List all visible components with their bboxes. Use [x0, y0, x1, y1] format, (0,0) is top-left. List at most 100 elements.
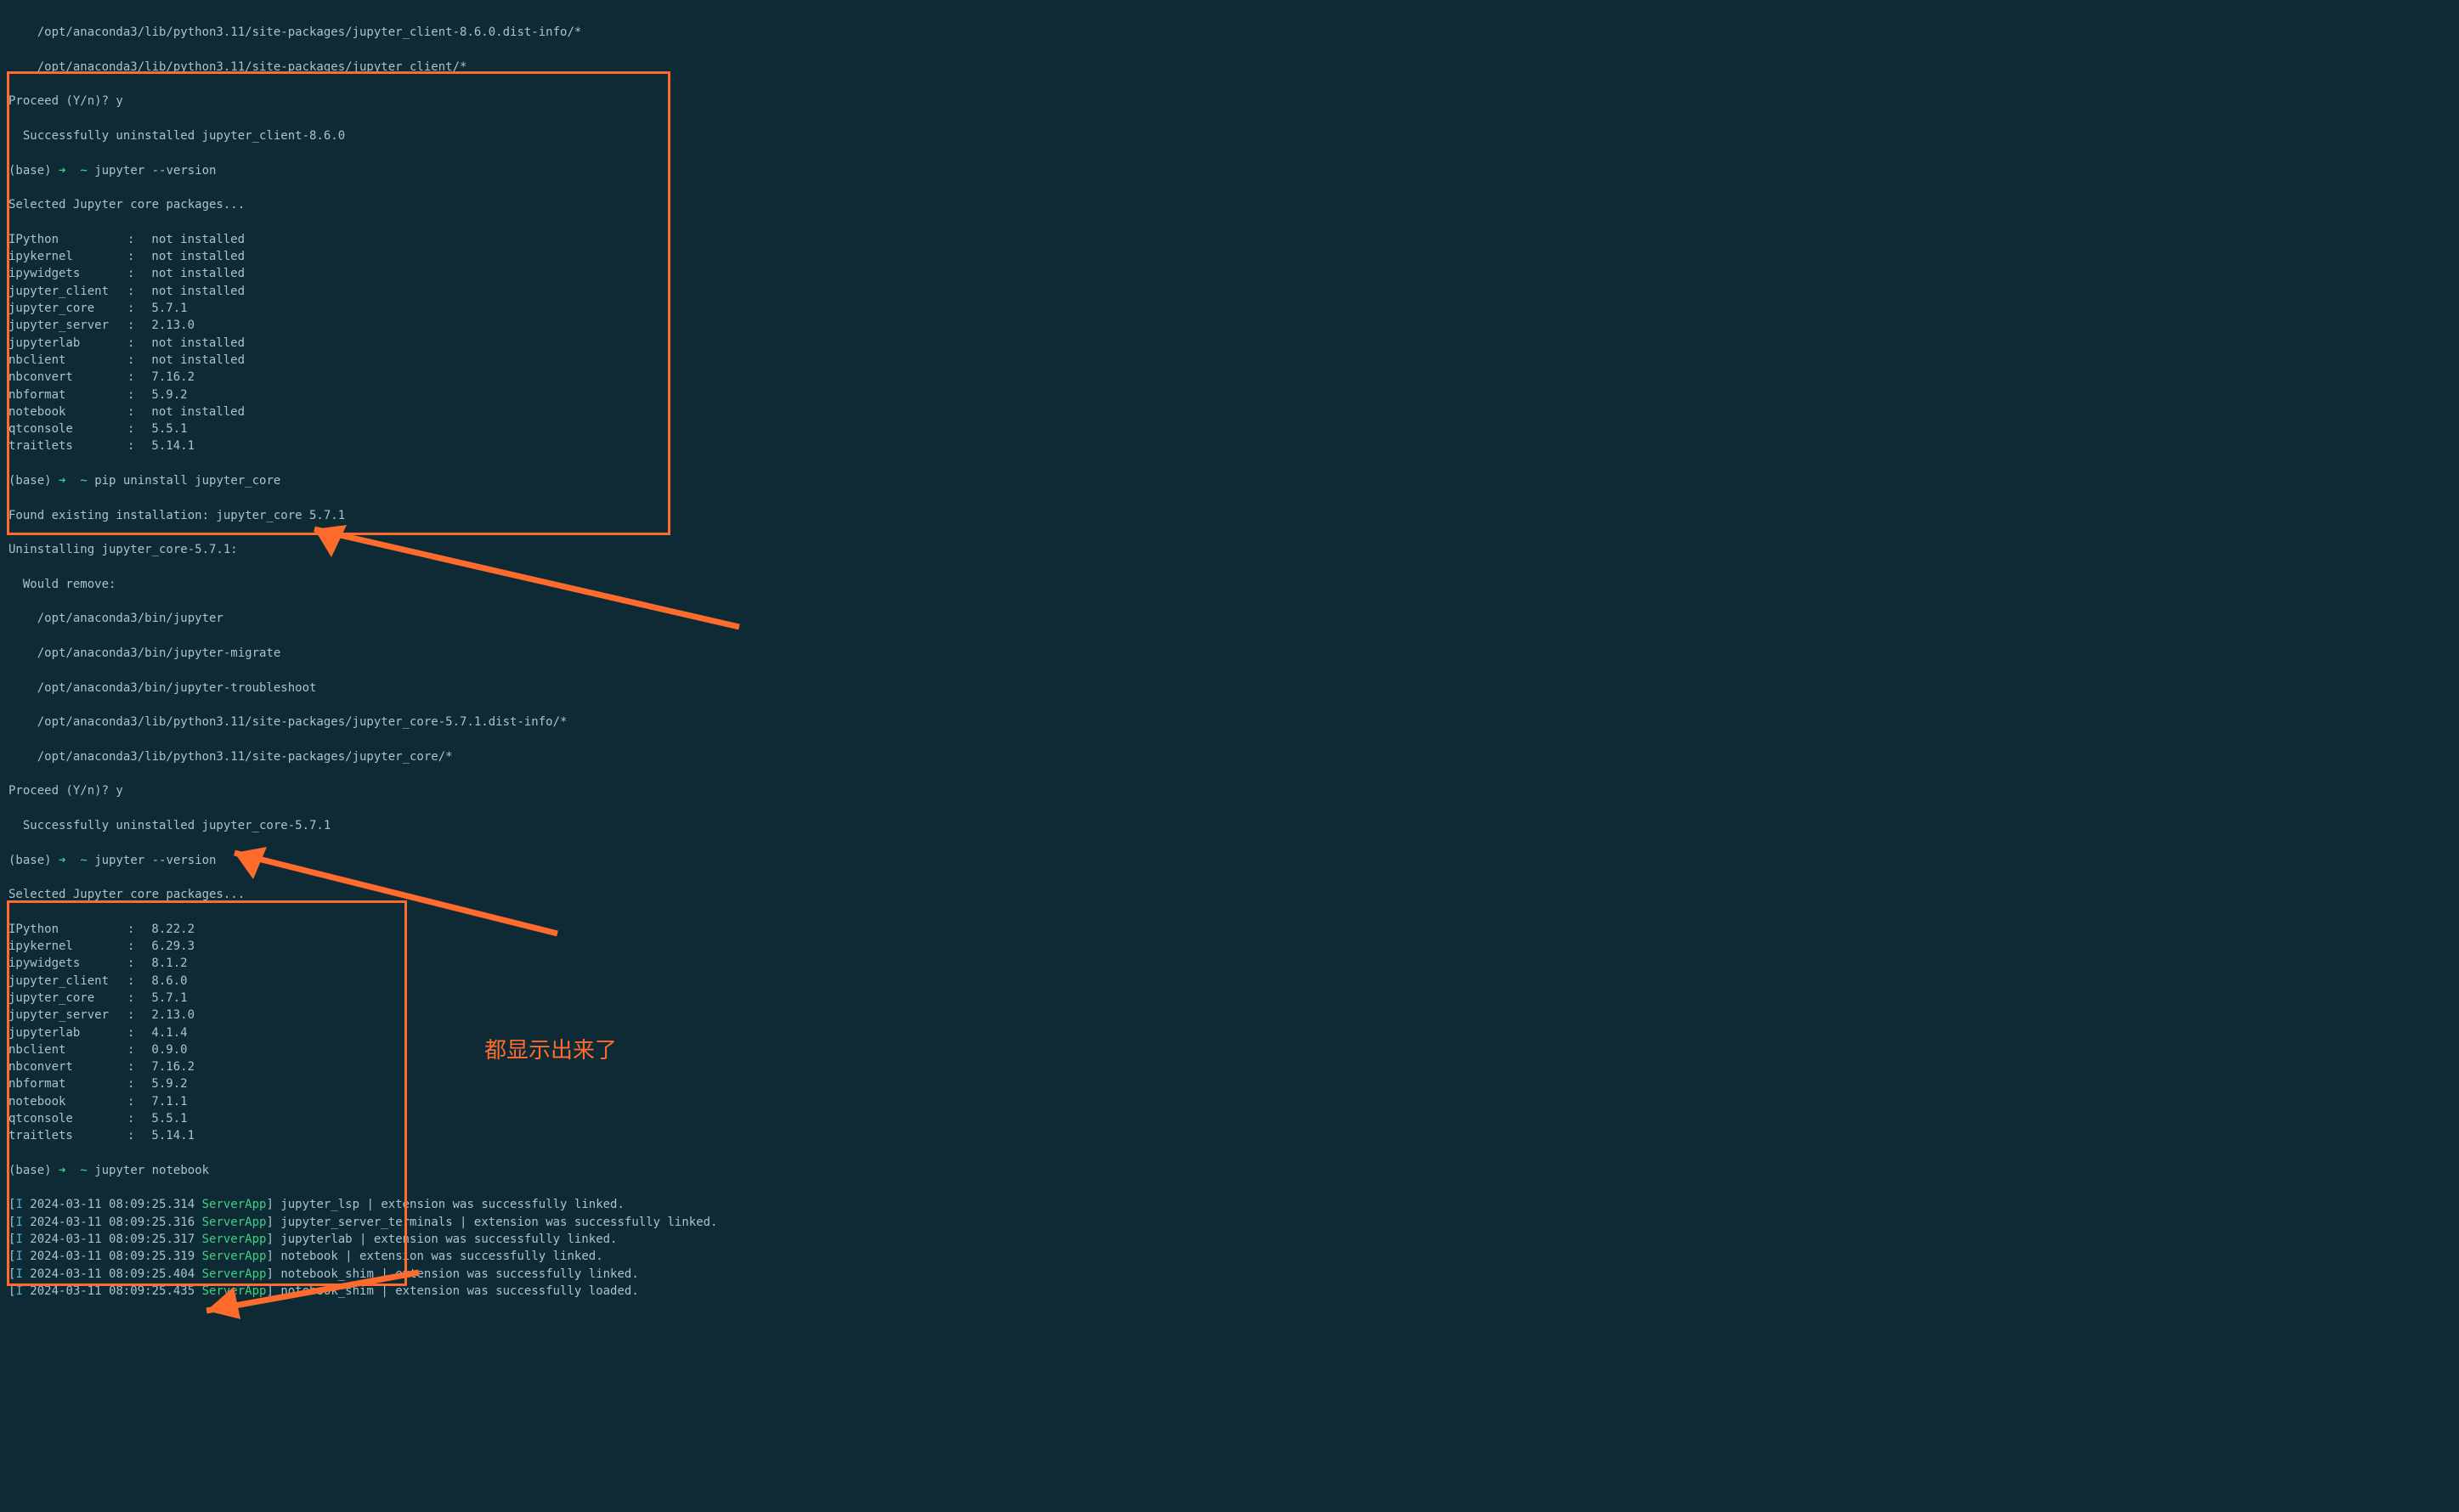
output-line: Uninstalling jupyter_core-5.7.1:	[8, 541, 2451, 558]
log-timestamp: 2024-03-11 08:09:25.319	[30, 1250, 201, 1263]
command-text: jupyter notebook	[94, 1164, 209, 1177]
package-sep: :	[127, 300, 144, 317]
package-name: jupyterlab	[8, 1024, 127, 1041]
package-version: 5.14.1	[144, 439, 195, 453]
prompt-line[interactable]: (base) ➜ ~ jupyter notebook	[8, 1162, 2451, 1179]
command-text: jupyter --version	[94, 164, 216, 178]
package-row: traitlets: 5.14.1	[8, 1127, 2451, 1144]
package-name: IPython	[8, 231, 127, 248]
package-name: jupyter_core	[8, 990, 127, 1007]
package-version: 5.9.2	[144, 1077, 188, 1091]
package-sep: :	[127, 938, 144, 955]
package-version: 0.9.0	[144, 1043, 188, 1057]
package-version: 5.14.1	[144, 1129, 195, 1142]
package-name: jupyter_server	[8, 1007, 127, 1024]
log-timestamp: 2024-03-11 08:09:25.314	[30, 1198, 201, 1211]
package-version: not installed	[144, 405, 245, 419]
package-name: jupyterlab	[8, 335, 127, 352]
prompt-line[interactable]: (base) ➜ ~ jupyter --version	[8, 852, 2451, 869]
package-version: 5.9.2	[144, 388, 188, 402]
package-sep: :	[127, 335, 144, 352]
prompt-line[interactable]: (base) ➜ ~ pip uninstall jupyter_core	[8, 472, 2451, 489]
log-timestamp: 2024-03-11 08:09:25.316	[30, 1216, 201, 1229]
success-line: Successfully uninstalled jupyter_core-5.…	[8, 817, 2451, 834]
package-sep: :	[127, 420, 144, 437]
log-app: ServerApp	[202, 1267, 267, 1281]
package-row: qtconsole: 5.5.1	[8, 1110, 2451, 1127]
prompt-env: (base)	[8, 854, 52, 867]
package-version: 2.13.0	[144, 319, 195, 332]
package-row: IPython: not installed	[8, 231, 2451, 248]
package-row: jupyter_client: not installed	[8, 283, 2451, 300]
package-sep: :	[127, 973, 144, 990]
package-row: jupyterlab: not installed	[8, 335, 2451, 352]
package-name: nbconvert	[8, 1058, 127, 1075]
prompt-arrow-icon: ➜	[59, 854, 65, 867]
package-sep: :	[127, 386, 144, 403]
package-row: qtconsole: 5.5.1	[8, 420, 2451, 437]
output-line: Selected Jupyter core packages...	[8, 886, 2451, 903]
package-row: nbconvert: 7.16.2	[8, 369, 2451, 386]
package-version: 5.5.1	[144, 1112, 188, 1126]
package-row: traitlets: 5.14.1	[8, 437, 2451, 454]
package-sep: :	[127, 283, 144, 300]
package-name: nbclient	[8, 1041, 127, 1058]
log-message: notebook_shim | extension was successful…	[280, 1267, 638, 1281]
log-message: notebook_shim | extension was successful…	[280, 1284, 638, 1298]
package-row: nbformat: 5.9.2	[8, 1075, 2451, 1092]
package-sep: :	[127, 1024, 144, 1041]
package-row: jupyter_core: 5.7.1	[8, 990, 2451, 1007]
log-line: [I 2024-03-11 08:09:25.316 ServerApp] ju…	[8, 1214, 2451, 1231]
package-name: nbconvert	[8, 369, 127, 386]
prompt-cwd: ~	[80, 854, 87, 867]
package-version: not installed	[144, 285, 245, 298]
output-line: /opt/anaconda3/bin/jupyter-troubleshoot	[8, 680, 2451, 697]
package-name: ipykernel	[8, 938, 127, 955]
package-sep: :	[127, 437, 144, 454]
package-row: jupyter_client: 8.6.0	[8, 973, 2451, 990]
package-sep: :	[127, 1110, 144, 1127]
package-row: IPython: 8.22.2	[8, 921, 2451, 938]
output-line: /opt/anaconda3/bin/jupyter-migrate	[8, 645, 2451, 662]
package-row: jupyterlab: 4.1.4	[8, 1024, 2451, 1041]
package-row: notebook: 7.1.1	[8, 1093, 2451, 1110]
package-row: jupyter_server: 2.13.0	[8, 317, 2451, 334]
server-logs: [I 2024-03-11 08:09:25.314 ServerApp] ju…	[8, 1196, 2451, 1300]
package-name: nbclient	[8, 352, 127, 369]
package-name: nbformat	[8, 1075, 127, 1092]
package-sep: :	[127, 352, 144, 369]
log-message: jupyter_server_terminals | extension was…	[280, 1216, 717, 1229]
package-name: jupyter_client	[8, 283, 127, 300]
package-name: nbformat	[8, 386, 127, 403]
package-name: ipywidgets	[8, 265, 127, 282]
log-timestamp: 2024-03-11 08:09:25.435	[30, 1284, 201, 1298]
package-name: qtconsole	[8, 420, 127, 437]
package-sep: :	[127, 921, 144, 938]
prompt-cwd: ~	[80, 1164, 87, 1177]
package-version: 5.7.1	[144, 302, 188, 315]
prompt-arrow-icon: ➜	[59, 164, 65, 178]
terminal-output[interactable]: /opt/anaconda3/lib/python3.11/site-packa…	[0, 0, 2459, 1324]
package-version: 7.1.1	[144, 1095, 188, 1109]
package-sep: :	[127, 317, 144, 334]
package-row: jupyter_server: 2.13.0	[8, 1007, 2451, 1024]
output-line: Would remove:	[8, 576, 2451, 593]
package-row: ipykernel: 6.29.3	[8, 938, 2451, 955]
log-message: jupyterlab | extension was successfully …	[280, 1233, 617, 1246]
package-name: IPython	[8, 921, 127, 938]
package-version: 7.16.2	[144, 370, 195, 384]
prompt-line[interactable]: (base) ➜ ~ jupyter --version	[8, 162, 2451, 179]
package-version: 5.5.1	[144, 422, 188, 436]
log-level: I	[15, 1216, 30, 1229]
package-name: notebook	[8, 403, 127, 420]
log-line: [I 2024-03-11 08:09:25.314 ServerApp] ju…	[8, 1196, 2451, 1213]
log-app: ServerApp	[202, 1198, 267, 1211]
output-line: /opt/anaconda3/lib/python3.11/site-packa…	[8, 714, 2451, 731]
package-row: nbformat: 5.9.2	[8, 386, 2451, 403]
log-line: [I 2024-03-11 08:09:25.435 ServerApp] no…	[8, 1283, 2451, 1300]
package-version: 6.29.3	[144, 939, 195, 953]
success-line: Successfully uninstalled jupyter_client-…	[8, 127, 2451, 144]
package-version: 8.1.2	[144, 956, 188, 970]
package-sep: :	[127, 248, 144, 265]
package-sep: :	[127, 1127, 144, 1144]
